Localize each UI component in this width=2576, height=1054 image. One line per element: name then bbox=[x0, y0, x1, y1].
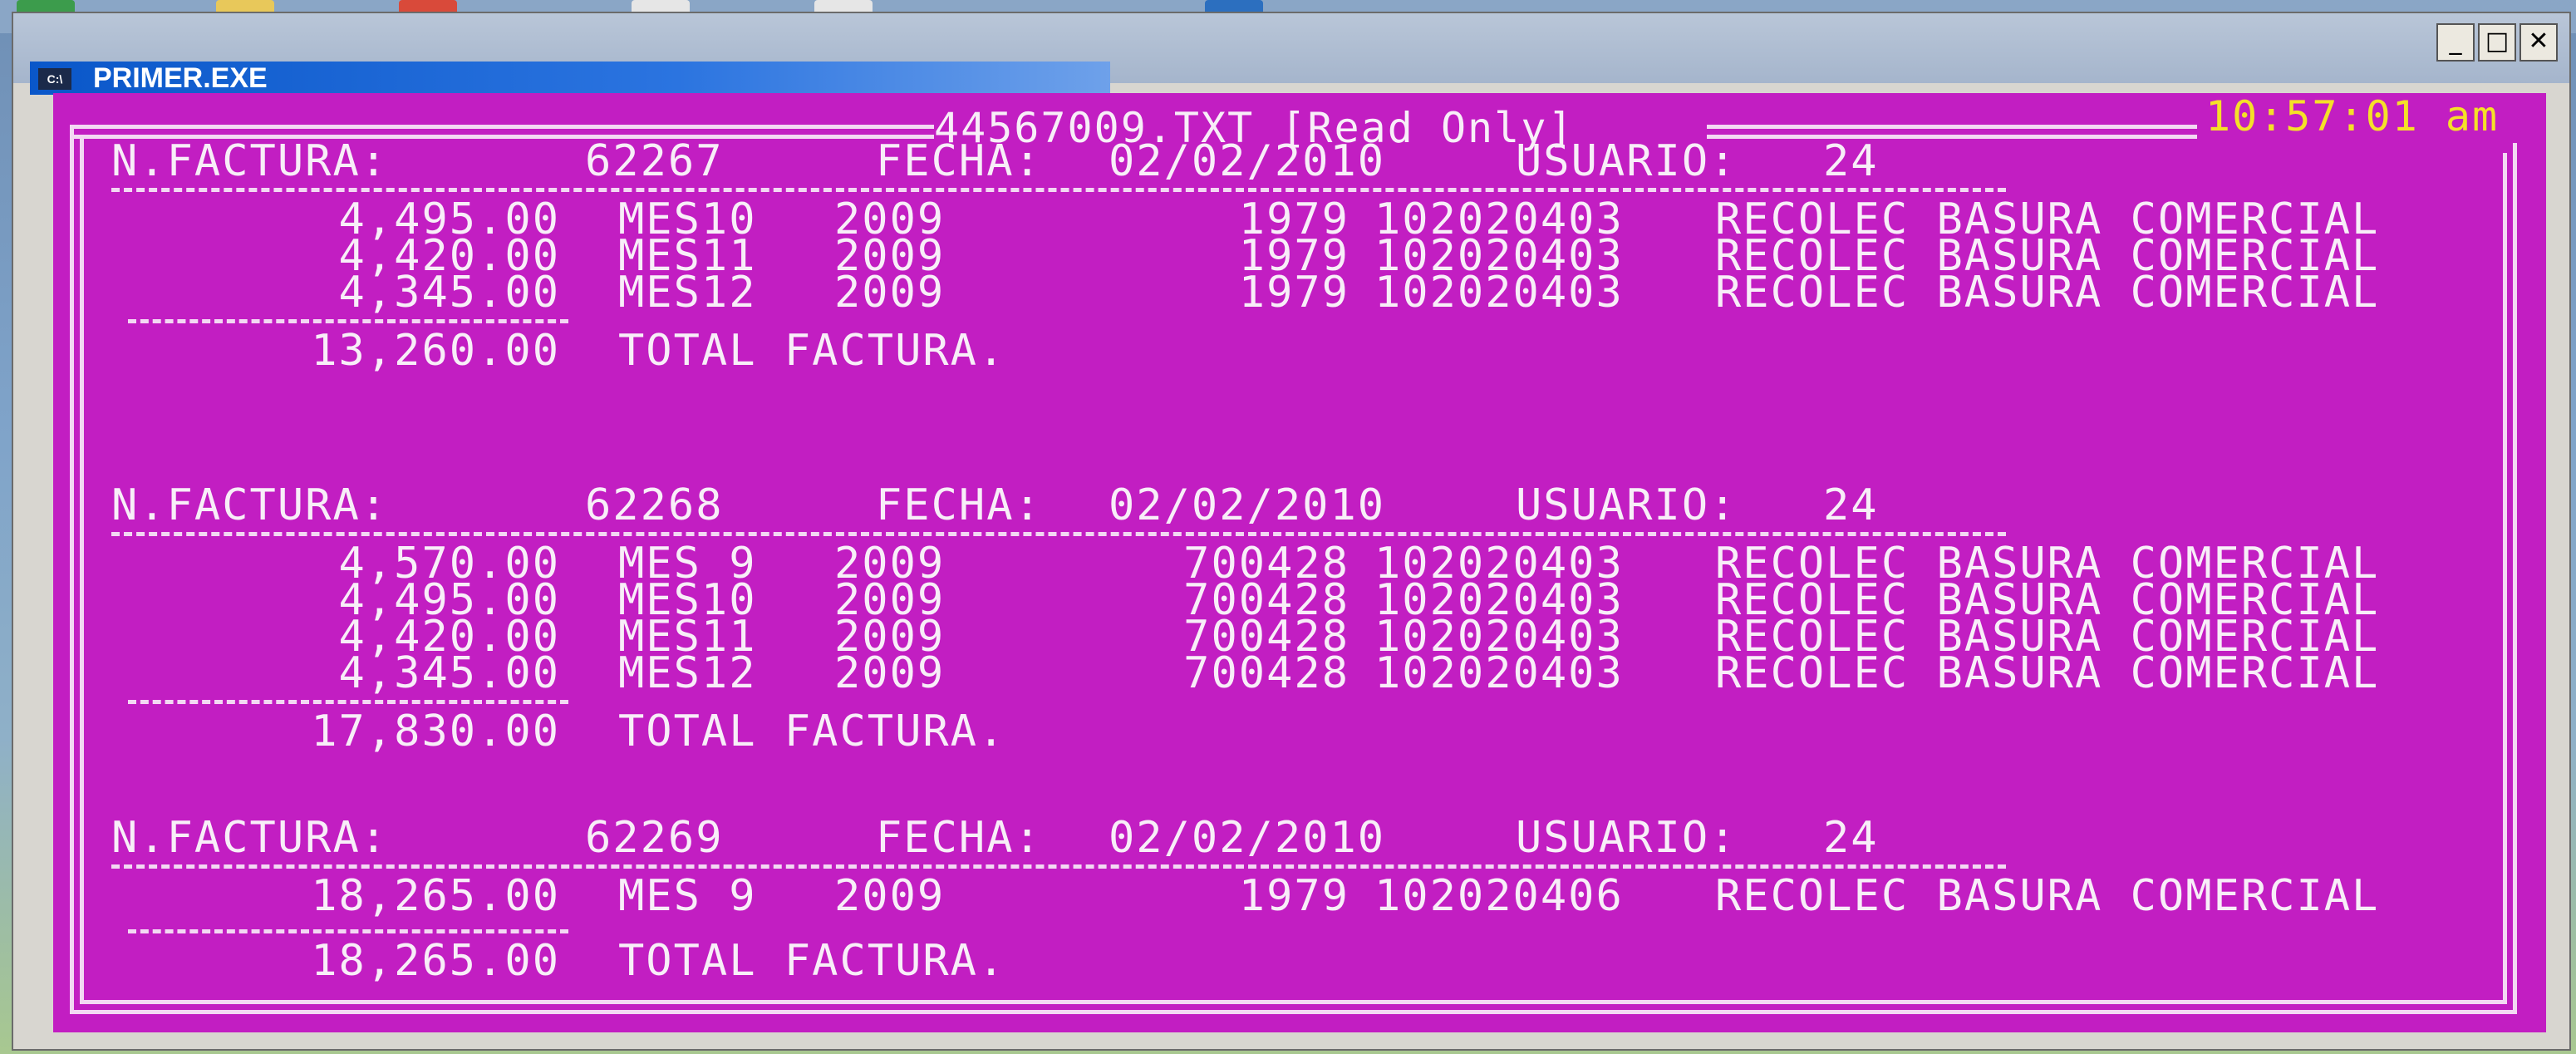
invoice-total-label: TOTAL FACTURA. bbox=[618, 936, 1006, 986]
invoice-date-label: FECHA: bbox=[876, 813, 1042, 863]
invoice-date: 02/02/2010 bbox=[1109, 480, 1386, 530]
frame-top-right bbox=[1707, 125, 2197, 129]
frame-bottom-2 bbox=[80, 1000, 2507, 1004]
invoice-date-label: FECHA: bbox=[876, 136, 1042, 186]
invoice-date: 02/02/2010 bbox=[1109, 813, 1386, 863]
invoice-date-label: FECHA: bbox=[876, 480, 1042, 530]
invoice-user-label: USUARIO: bbox=[1516, 136, 1738, 186]
clock-readout: 10:57:01 am bbox=[2205, 92, 2500, 140]
invoice-total-label: TOTAL FACTURA. bbox=[618, 707, 1006, 756]
invoice-number: 62267 bbox=[585, 136, 724, 186]
console-screen[interactable]: 44567009.TXT [Read Only] 10:57:01 am N.F… bbox=[53, 93, 2546, 1032]
console-window: C:\ PRIMER.EXE _ □ ✕ 44567009.TXT [Read … bbox=[12, 12, 2571, 1051]
line-concept: RECOLEC BASURA COMERCIAL bbox=[1715, 268, 2380, 318]
minimize-button[interactable]: _ bbox=[2436, 23, 2475, 62]
invoice-number-label: N.FACTURA: bbox=[111, 480, 389, 530]
invoice-header-separator bbox=[111, 532, 2006, 536]
invoice-total-separator bbox=[128, 929, 568, 933]
line-account: 102020403 bbox=[1374, 648, 1624, 698]
frame-bottom bbox=[70, 1010, 2517, 1014]
close-button[interactable]: ✕ bbox=[2519, 23, 2558, 62]
invoice-number-label: N.FACTURA: bbox=[111, 136, 389, 186]
invoice-total-separator bbox=[128, 700, 568, 704]
maximize-button[interactable]: □ bbox=[2478, 23, 2516, 62]
invoice-total-label: TOTAL FACTURA. bbox=[618, 326, 1006, 376]
window-controls: _ □ ✕ bbox=[2436, 23, 2558, 62]
invoice-user-label: USUARIO: bbox=[1516, 813, 1738, 863]
invoice-date: 02/02/2010 bbox=[1109, 136, 1386, 186]
invoice-header-separator bbox=[111, 188, 2006, 192]
invoice-user: 24 bbox=[1823, 813, 1879, 863]
invoice-user: 24 bbox=[1823, 480, 1879, 530]
invoice-number: 62269 bbox=[585, 813, 724, 863]
line-concept: RECOLEC BASURA COMERCIAL bbox=[1715, 648, 2380, 698]
frame-top-left bbox=[70, 125, 934, 129]
frame-top-right-2 bbox=[1707, 135, 2197, 139]
frame-right bbox=[2513, 143, 2517, 1014]
frame-right-2 bbox=[2503, 153, 2507, 1004]
invoice-user: 24 bbox=[1823, 136, 1879, 186]
invoice-total-amount: 13,260.00 bbox=[311, 326, 560, 376]
window-title: PRIMER.EXE bbox=[93, 62, 268, 94]
invoice-header-separator bbox=[111, 864, 2006, 869]
line-code: 1979 bbox=[1238, 871, 1349, 921]
invoice-total-amount: 18,265.00 bbox=[311, 936, 560, 986]
line-account: 102020403 bbox=[1374, 268, 1624, 318]
console-app-icon[interactable]: C:\ bbox=[38, 68, 71, 90]
invoice-number-label: N.FACTURA: bbox=[111, 813, 389, 863]
invoice-total-amount: 17,830.00 bbox=[311, 707, 560, 756]
invoice-total-separator bbox=[128, 319, 568, 323]
line-concept: RECOLEC BASURA COMERCIAL bbox=[1715, 871, 2380, 921]
line-code: 700428 bbox=[1183, 648, 1349, 698]
invoice-user-label: USUARIO: bbox=[1516, 480, 1738, 530]
invoice-number: 62268 bbox=[585, 480, 724, 530]
line-code: 1979 bbox=[1238, 268, 1349, 318]
line-account: 102020406 bbox=[1374, 871, 1624, 921]
